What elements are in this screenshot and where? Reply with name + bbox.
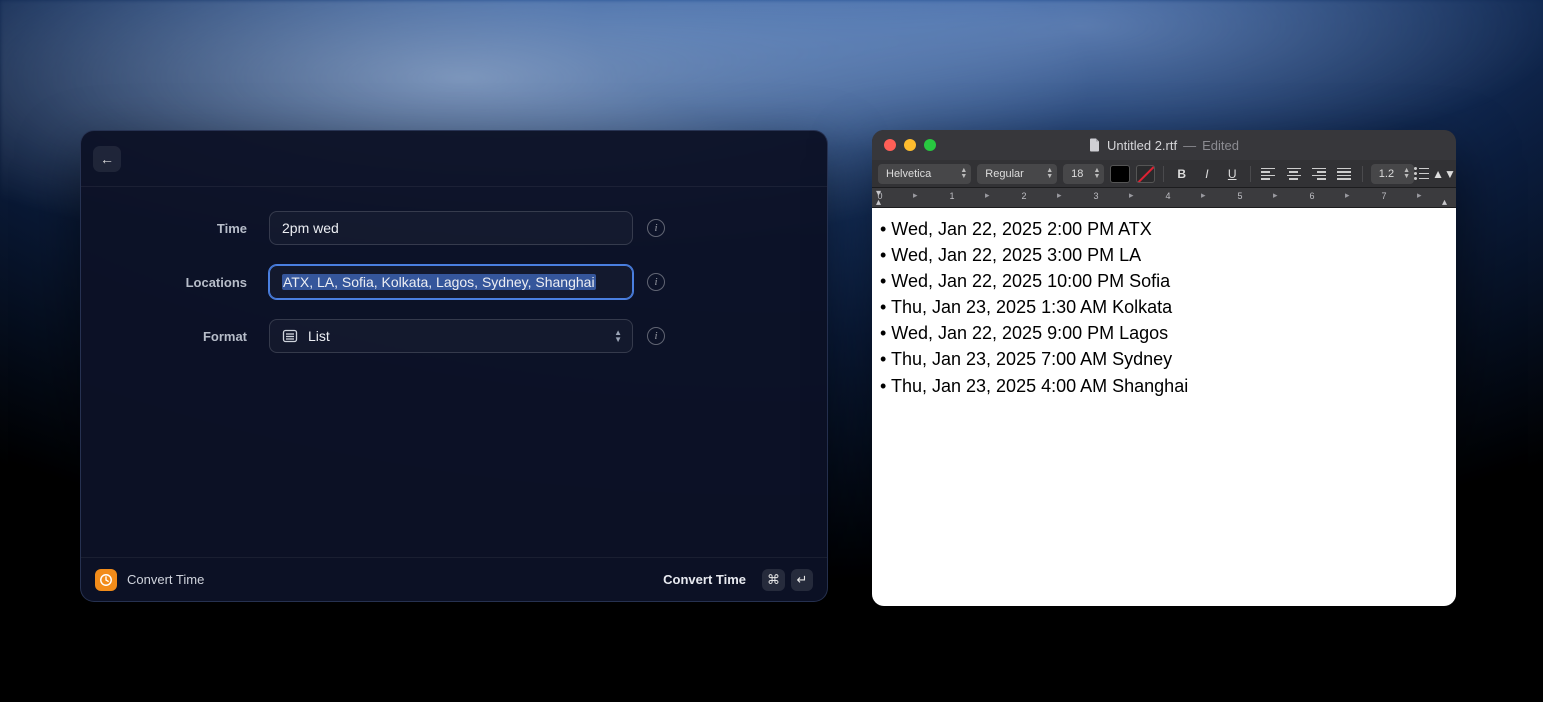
textedit-titlebar[interactable]: Untitled 2.rtf — Edited: [872, 130, 1456, 160]
list-style-select[interactable]: ▲▼: [1420, 164, 1450, 184]
font-family-select[interactable]: Helvetica▲▼: [878, 164, 971, 184]
label-locations: Locations: [161, 275, 269, 290]
info-icon[interactable]: i: [647, 327, 665, 345]
ruler-number: 6: [1309, 191, 1314, 201]
textedit-toolbar: Helvetica▲▼ Regular▲▼ 18▲▼ B I U 1.2▲▼: [872, 160, 1456, 188]
separator: [1362, 166, 1363, 182]
bold-button[interactable]: B: [1172, 164, 1191, 184]
tab-stop-icon[interactable]: ▸: [913, 190, 918, 201]
document-line[interactable]: • Thu, Jan 23, 2025 4:00 AM Shanghai: [880, 373, 1448, 399]
info-icon[interactable]: i: [647, 219, 665, 237]
tab-stop-icon[interactable]: ▸: [1417, 190, 1422, 201]
chevron-up-down-icon: ▲▼: [1403, 168, 1410, 180]
kbd-enter: ↵: [791, 569, 813, 591]
tab-stop-icon[interactable]: ▸: [985, 190, 990, 201]
italic-button[interactable]: I: [1197, 164, 1216, 184]
tab-stop-icon[interactable]: ▸: [1345, 190, 1350, 201]
ruler-number: 3: [1093, 191, 1098, 201]
tab-stop-icon[interactable]: ▸: [1129, 190, 1134, 201]
document-line[interactable]: • Wed, Jan 22, 2025 3:00 PM LA: [880, 242, 1448, 268]
document-icon: [1089, 138, 1101, 152]
extension-name: Convert Time: [127, 572, 204, 587]
document-line[interactable]: • Thu, Jan 23, 2025 1:30 AM Kolkata: [880, 294, 1448, 320]
chevron-up-down-icon: ▲▼: [1046, 168, 1053, 180]
font-size-select[interactable]: 18▲▼: [1063, 164, 1104, 184]
line-spacing-select[interactable]: 1.2▲▼: [1371, 164, 1414, 184]
chevron-up-down-icon: ▲▼: [1432, 167, 1456, 181]
kbd-cmd: ⌘: [762, 569, 785, 591]
raycast-form: Time i Locations ATX, LA, Sofia, Kolkata…: [81, 187, 827, 557]
time-input[interactable]: [269, 211, 633, 245]
document-line[interactable]: • Thu, Jan 23, 2025 7:00 AM Sydney: [880, 346, 1448, 372]
tab-stop-icon[interactable]: ▸: [1273, 190, 1278, 201]
format-select[interactable]: List ▲▼: [269, 319, 633, 353]
bullet-list-icon: [1414, 167, 1429, 180]
zoom-button[interactable]: [924, 139, 936, 151]
row-locations: Locations ATX, LA, Sofia, Kolkata, Lagos…: [161, 265, 747, 299]
align-center-button[interactable]: [1284, 164, 1303, 184]
chevron-up-down-icon: ▲▼: [1094, 168, 1101, 180]
close-button[interactable]: [884, 139, 896, 151]
ruler-number: 5: [1237, 191, 1242, 201]
arrow-left-icon: ←: [100, 152, 114, 166]
raycast-titlebar: ←: [81, 131, 827, 187]
ruler-number: 4: [1165, 191, 1170, 201]
label-time: Time: [161, 221, 269, 236]
font-weight-select[interactable]: Regular▲▼: [977, 164, 1057, 184]
locations-input[interactable]: ATX, LA, Sofia, Kolkata, Lagos, Sydney, …: [269, 265, 633, 299]
align-justify-button[interactable]: [1335, 164, 1354, 184]
document-line[interactable]: • Wed, Jan 22, 2025 9:00 PM Lagos: [880, 320, 1448, 346]
ruler-number: 7: [1381, 191, 1386, 201]
align-right-button[interactable]: [1309, 164, 1328, 184]
list-icon: [282, 328, 298, 344]
chevron-up-down-icon: ▲▼: [614, 329, 622, 343]
format-value: List: [308, 328, 330, 344]
window-controls: [884, 139, 936, 151]
back-button[interactable]: ←: [93, 146, 121, 172]
row-time: Time i: [161, 211, 747, 245]
underline-button[interactable]: U: [1223, 164, 1242, 184]
text-color-swatch[interactable]: [1110, 165, 1129, 183]
chevron-up-down-icon: ▲▼: [960, 168, 967, 180]
minimize-button[interactable]: [904, 139, 916, 151]
ruler-number: 2: [1021, 191, 1026, 201]
info-icon[interactable]: i: [647, 273, 665, 291]
textedit-title: Untitled 2.rtf — Edited: [872, 138, 1456, 153]
raycast-footer: Convert Time Convert Time ⌘ ↵: [81, 557, 827, 601]
desktop-wallpaper: ← Time i Locations ATX, LA, Sofia, Kolka…: [0, 0, 1543, 702]
left-indent-marker[interactable]: ▴: [876, 197, 881, 208]
label-format: Format: [161, 329, 269, 344]
textedit-document-body[interactable]: • Wed, Jan 22, 2025 2:00 PM ATX• Wed, Ja…: [872, 208, 1456, 606]
right-indent-marker[interactable]: ▴: [1442, 197, 1447, 208]
align-left-button[interactable]: [1259, 164, 1278, 184]
primary-action-label[interactable]: Convert Time: [663, 572, 746, 587]
separator: [1250, 166, 1251, 182]
separator: [1163, 166, 1164, 182]
tab-stop-icon[interactable]: ▸: [1057, 190, 1062, 201]
document-line[interactable]: • Wed, Jan 22, 2025 2:00 PM ATX: [880, 216, 1448, 242]
tab-stop-icon[interactable]: ▸: [1201, 190, 1206, 201]
document-line[interactable]: • Wed, Jan 22, 2025 10:00 PM Sofia: [880, 268, 1448, 294]
textedit-window: Untitled 2.rtf — Edited Helvetica▲▼ Regu…: [872, 130, 1456, 606]
raycast-window: ← Time i Locations ATX, LA, Sofia, Kolka…: [80, 130, 828, 602]
extension-icon: [95, 569, 117, 591]
highlight-color-swatch[interactable]: [1136, 165, 1155, 183]
locations-selected-text: ATX, LA, Sofia, Kolkata, Lagos, Sydney, …: [282, 274, 596, 290]
ruler-number: 1: [949, 191, 954, 201]
row-format: Format List ▲▼ i: [161, 319, 747, 353]
textedit-ruler[interactable]: 0▸1▸2▸3▸4▸5▸6▸7▸▾▴▴: [872, 188, 1456, 208]
